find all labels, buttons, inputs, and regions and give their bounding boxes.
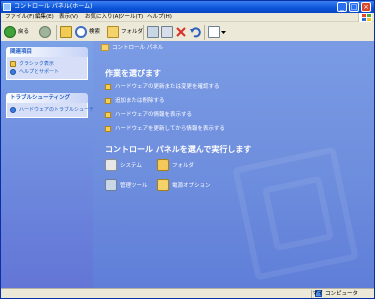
- location-bar: コントロール パネル: [99, 42, 219, 53]
- minimize-button[interactable]: _: [337, 2, 347, 12]
- task-icon: [105, 98, 111, 104]
- related-panel: 関連項目 クラシック表示 ヘルプとサポート: [6, 47, 88, 80]
- category-folder[interactable]: フォルダ: [157, 159, 217, 173]
- help-icon: [10, 69, 16, 75]
- toolbar-separator: [56, 25, 57, 40]
- toolbar: 戻る 検索 フォルダ: [1, 22, 374, 43]
- folders-label: フォルダ: [121, 29, 144, 35]
- undo-button[interactable]: [189, 25, 201, 40]
- search-button[interactable]: 検索: [75, 25, 105, 40]
- help-support-link[interactable]: ヘルプとサポート: [10, 68, 84, 76]
- menu-bar: ファイル(F) 編集(E) 表示(V) お気に入り(A) ツール(T) ヘルプ(…: [1, 13, 374, 22]
- search-icon: [75, 26, 87, 38]
- main-content: コントロール パネル 作業を選びます ハードウェアの更新または変更を確認する 追…: [93, 41, 374, 288]
- menu-edit[interactable]: 編集(E): [35, 14, 54, 21]
- title-bar[interactable]: コントロール パネル(ホーム) _ □ ×: [1, 1, 374, 13]
- windows-logo-icon: [358, 13, 372, 22]
- back-arrow-icon: [4, 26, 16, 38]
- menu-tools[interactable]: ツール(T): [119, 14, 143, 21]
- task-item[interactable]: ハードウェアの情報を表示する: [105, 111, 305, 120]
- folders-icon: [107, 26, 119, 38]
- delete-button[interactable]: [175, 25, 187, 40]
- help-icon: [10, 107, 16, 113]
- views-button[interactable]: [208, 25, 226, 40]
- category-power-options[interactable]: 電源オプション: [157, 179, 217, 193]
- menu-help[interactable]: ヘルプ(H): [147, 14, 172, 21]
- control-panel-icon: [3, 3, 11, 11]
- maximize-button[interactable]: □: [349, 2, 359, 12]
- troubleshoot-panel-title[interactable]: トラブルシューティング: [6, 93, 88, 103]
- menu-file[interactable]: ファイル(F): [5, 14, 34, 21]
- menu-favorites[interactable]: お気に入り(A): [85, 14, 121, 21]
- categories-heading: コントロール パネルを選んで実行します: [105, 145, 252, 154]
- category-admin-tools[interactable]: 管理ツール: [105, 179, 165, 193]
- window-title: コントロール パネル(ホーム): [14, 3, 93, 10]
- back-label: 戻る: [18, 29, 30, 35]
- folder-icon: [157, 159, 169, 171]
- related-panel-body: クラシック表示 ヘルプとサポート: [6, 57, 88, 80]
- classic-view-icon: [10, 61, 16, 67]
- classic-view-link[interactable]: クラシック表示: [10, 60, 84, 68]
- up-folder-icon: [60, 26, 72, 38]
- close-button[interactable]: ×: [361, 2, 371, 12]
- search-label: 検索: [89, 29, 101, 35]
- related-panel-title[interactable]: 関連項目: [6, 47, 88, 57]
- control-panel-window: コントロール パネル(ホーム) _ □ × ファイル(F) 編集(E) 表示(V…: [0, 0, 375, 299]
- views-icon: [208, 26, 220, 38]
- copy-to-icon: [161, 26, 173, 38]
- task-pane: 関連項目 クラシック表示 ヘルプとサポート トラブルシューティング ハードウェア…: [1, 41, 109, 288]
- task-icon: [105, 84, 111, 90]
- move-to-button[interactable]: [147, 25, 159, 40]
- undo-icon: [190, 27, 201, 38]
- system-icon: [105, 159, 117, 171]
- up-button[interactable]: [60, 25, 72, 40]
- task-item[interactable]: ハードウェアの更新または変更を確認する: [105, 83, 305, 92]
- control-panel-folder-icon: [101, 44, 109, 51]
- status-text: マイ コンピュータ: [312, 291, 358, 297]
- task-icon: [105, 112, 111, 118]
- tasks-heading: 作業を選びます: [105, 69, 161, 78]
- folders-button[interactable]: フォルダ: [107, 25, 143, 40]
- toolbar-separator: [143, 25, 144, 40]
- troubleshoot-panel: トラブルシューティング ハードウェアのトラブルシューティング: [6, 93, 109, 118]
- move-to-icon: [147, 26, 159, 38]
- power-icon: [157, 179, 169, 191]
- category-system[interactable]: システム: [105, 159, 165, 173]
- back-button[interactable]: 戻る: [4, 25, 34, 40]
- chevron-down-icon: [221, 31, 226, 34]
- task-icon: [105, 126, 111, 132]
- task-item[interactable]: ハードウェアを更新してから情報を表示する: [105, 125, 305, 134]
- tools-icon: [105, 179, 117, 191]
- task-item[interactable]: 追加または削除する: [105, 97, 305, 106]
- delete-icon: [176, 27, 186, 37]
- copy-to-button[interactable]: [161, 25, 173, 40]
- toolbar-separator: [204, 25, 205, 40]
- hardware-troubleshoot-link[interactable]: ハードウェアのトラブルシューティング: [10, 106, 109, 114]
- forward-arrow-icon: [39, 26, 51, 38]
- troubleshoot-panel-body: ハードウェアのトラブルシューティング: [6, 103, 109, 118]
- status-bar: マイ コンピュータ: [1, 288, 374, 298]
- location-label: コントロール パネル: [112, 45, 164, 51]
- menu-view[interactable]: 表示(V): [59, 14, 78, 21]
- forward-button[interactable]: [39, 25, 53, 40]
